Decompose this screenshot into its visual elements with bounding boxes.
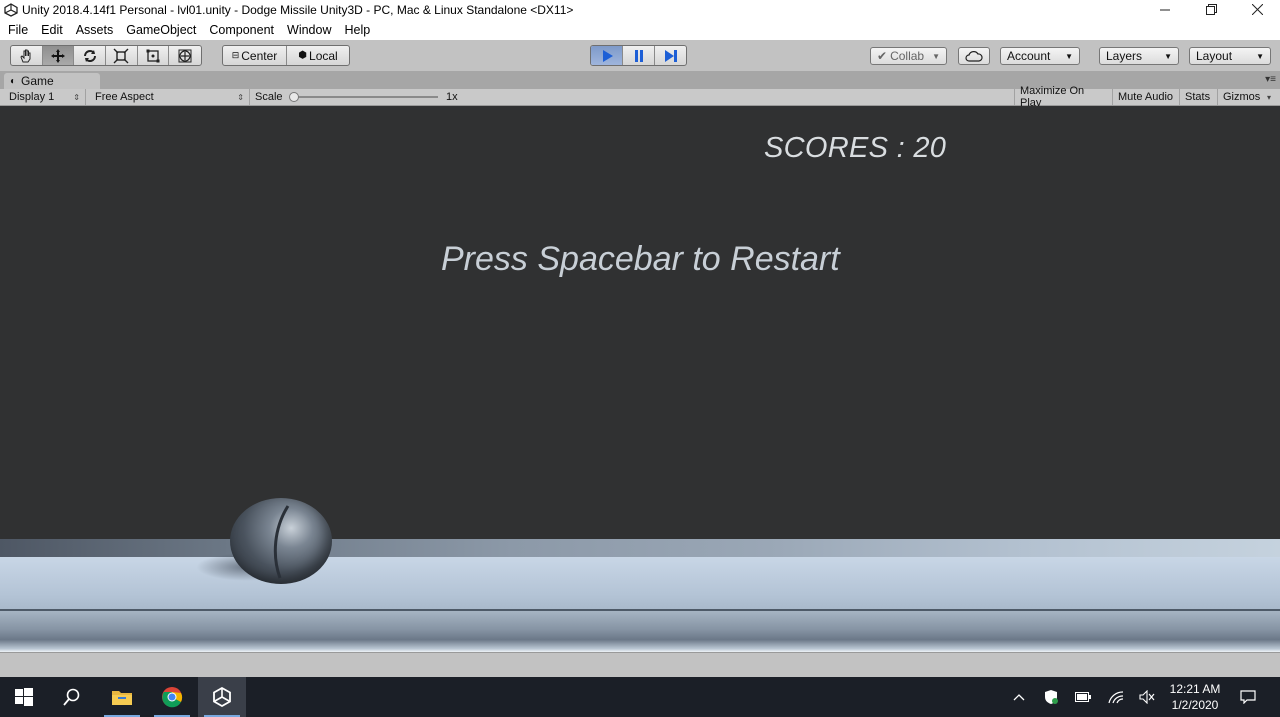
- aspect-select[interactable]: Free Aspect ⇕: [90, 89, 250, 105]
- menu-help[interactable]: Help: [344, 23, 370, 37]
- display-label: Display 1: [9, 91, 55, 103]
- clock-time: 12:21 AM: [1169, 682, 1221, 696]
- chevron-down-icon: ▼: [1164, 51, 1172, 61]
- play-controls: [590, 45, 687, 66]
- layers-dropdown[interactable]: Layers ▼: [1099, 47, 1179, 65]
- stats-toggle[interactable]: Stats: [1180, 89, 1218, 105]
- transform-icon[interactable]: [169, 46, 201, 65]
- pivot-center-icon: ⊟: [231, 50, 240, 60]
- menu-assets[interactable]: Assets: [76, 23, 114, 37]
- cloud-button[interactable]: [958, 47, 990, 65]
- wifi-icon[interactable]: [1104, 677, 1128, 717]
- clock-date: 1/2/2020: [1171, 698, 1219, 712]
- tab-game[interactable]: ◐ Game: [4, 73, 100, 89]
- file-explorer-icon[interactable]: [98, 677, 146, 717]
- ground-front-face: [0, 557, 1280, 610]
- pivot-toggles: ⊟ Center ⬢ Local: [222, 45, 350, 66]
- menu-file[interactable]: File: [8, 23, 28, 37]
- pivot-local-button[interactable]: ⬢ Local: [287, 46, 349, 65]
- layers-label: Layers: [1106, 49, 1143, 63]
- chevron-down-icon: ▼: [1065, 51, 1073, 61]
- unity-icon[interactable]: [198, 677, 246, 717]
- collab-check-icon: ✔: [877, 49, 888, 63]
- rotate-icon[interactable]: [74, 46, 107, 65]
- cloud-icon: [965, 51, 983, 62]
- search-icon[interactable]: [48, 677, 96, 717]
- chrome-icon[interactable]: [148, 677, 196, 717]
- account-dropdown[interactable]: Account ▼: [1000, 47, 1080, 65]
- local-cube-icon: ⬢: [298, 50, 308, 61]
- menu-bar: File Edit Assets GameObject Component Wi…: [0, 19, 1280, 40]
- hand-icon[interactable]: [11, 46, 43, 65]
- score-text: SCORES : 20: [764, 132, 947, 164]
- mute-label: Mute Audio: [1118, 91, 1174, 103]
- pivot-local-label: Local: [309, 48, 338, 63]
- menu-component[interactable]: Component: [209, 23, 274, 37]
- chevron-down-icon: ▾: [1266, 92, 1271, 102]
- window-title: Unity 2018.4.14f1 Personal - lvl01.unity…: [22, 2, 574, 17]
- tab-game-label: Game: [21, 74, 54, 88]
- game-viewport[interactable]: SCORES : 20 Press Spacebar to Restart: [0, 106, 1280, 652]
- player-ball: [230, 498, 332, 584]
- restore-icon[interactable]: [1188, 0, 1234, 19]
- windows-start-icon[interactable]: [0, 677, 48, 717]
- ground-lower-face: [0, 611, 1280, 652]
- shield-icon[interactable]: [1040, 677, 1062, 717]
- battery-icon[interactable]: [1072, 677, 1094, 717]
- minimize-icon[interactable]: [1142, 0, 1188, 19]
- account-label: Account: [1007, 49, 1051, 63]
- mute-audio-toggle[interactable]: Mute Audio: [1113, 89, 1180, 105]
- notification-icon[interactable]: [1236, 677, 1260, 717]
- game-view-toolbar: Display 1 ⇕ Free Aspect ⇕ Scale 1x Maxim…: [0, 85, 1280, 109]
- chevron-up-icon[interactable]: [1008, 677, 1030, 717]
- pivot-center-label: Center: [241, 48, 278, 63]
- tab-menu-icon[interactable]: ▾≡: [1265, 74, 1276, 85]
- restart-message: Press Spacebar to Restart: [441, 240, 840, 278]
- system-clock[interactable]: 12:21 AM 1/2/2020: [1162, 681, 1228, 713]
- aspect-label: Free Aspect: [95, 91, 154, 103]
- menu-edit[interactable]: Edit: [41, 23, 63, 37]
- menu-gameobject[interactable]: GameObject: [126, 23, 196, 37]
- windows-taskbar: 12:21 AM 1/2/2020: [0, 677, 1280, 717]
- collab-dropdown[interactable]: ✔ Collab ▼: [870, 47, 947, 65]
- scale-label: Scale: [255, 91, 283, 103]
- layout-label: Layout: [1196, 49, 1233, 63]
- play-icon[interactable]: [591, 46, 623, 65]
- chevron-down-icon: ▼: [932, 51, 940, 61]
- pivot-center-button[interactable]: ⊟ Center: [223, 46, 287, 65]
- maximize-on-play-toggle[interactable]: Maximize On Play: [1014, 85, 1113, 109]
- pause-icon[interactable]: [623, 46, 655, 65]
- stats-label: Stats: [1185, 91, 1211, 103]
- scale-slider[interactable]: [289, 92, 438, 102]
- move-icon[interactable]: [42, 46, 75, 65]
- gizmos-label: Gizmos: [1223, 91, 1261, 103]
- rect-icon[interactable]: [138, 46, 170, 65]
- menu-window[interactable]: Window: [287, 23, 331, 37]
- gizmos-dropdown[interactable]: Gizmos ▾: [1218, 89, 1276, 105]
- transform-tools: [10, 45, 202, 66]
- scale-control: Scale 1x: [250, 89, 466, 105]
- collab-label: Collab: [890, 49, 925, 63]
- close-icon[interactable]: [1234, 0, 1280, 19]
- main-toolbar: ⊟ Center ⬢ Local ✔ Collab ▼ Account ▼ La…: [0, 40, 1280, 71]
- display-select[interactable]: Display 1 ⇕: [4, 89, 86, 105]
- scale-slider-thumb[interactable]: [289, 92, 299, 102]
- updown-arrow-icon: ⇕: [73, 92, 80, 102]
- updown-arrow-icon: ⇕: [237, 92, 244, 102]
- step-icon[interactable]: [655, 46, 686, 65]
- window-title-bar: Unity 2018.4.14f1 Personal - lvl01.unity…: [0, 0, 1280, 19]
- layout-dropdown[interactable]: Layout ▼: [1189, 47, 1271, 65]
- editor-bottom-strip: [0, 652, 1280, 677]
- game-controller-icon: ◐: [10, 75, 17, 87]
- chevron-down-icon: ▼: [1256, 51, 1264, 61]
- unity-logo-icon: [3, 2, 19, 18]
- ground-top-surface: [0, 539, 1280, 557]
- scale-icon[interactable]: [106, 46, 138, 65]
- speaker-muted-icon[interactable]: [1136, 677, 1158, 717]
- scale-value: 1x: [446, 91, 458, 103]
